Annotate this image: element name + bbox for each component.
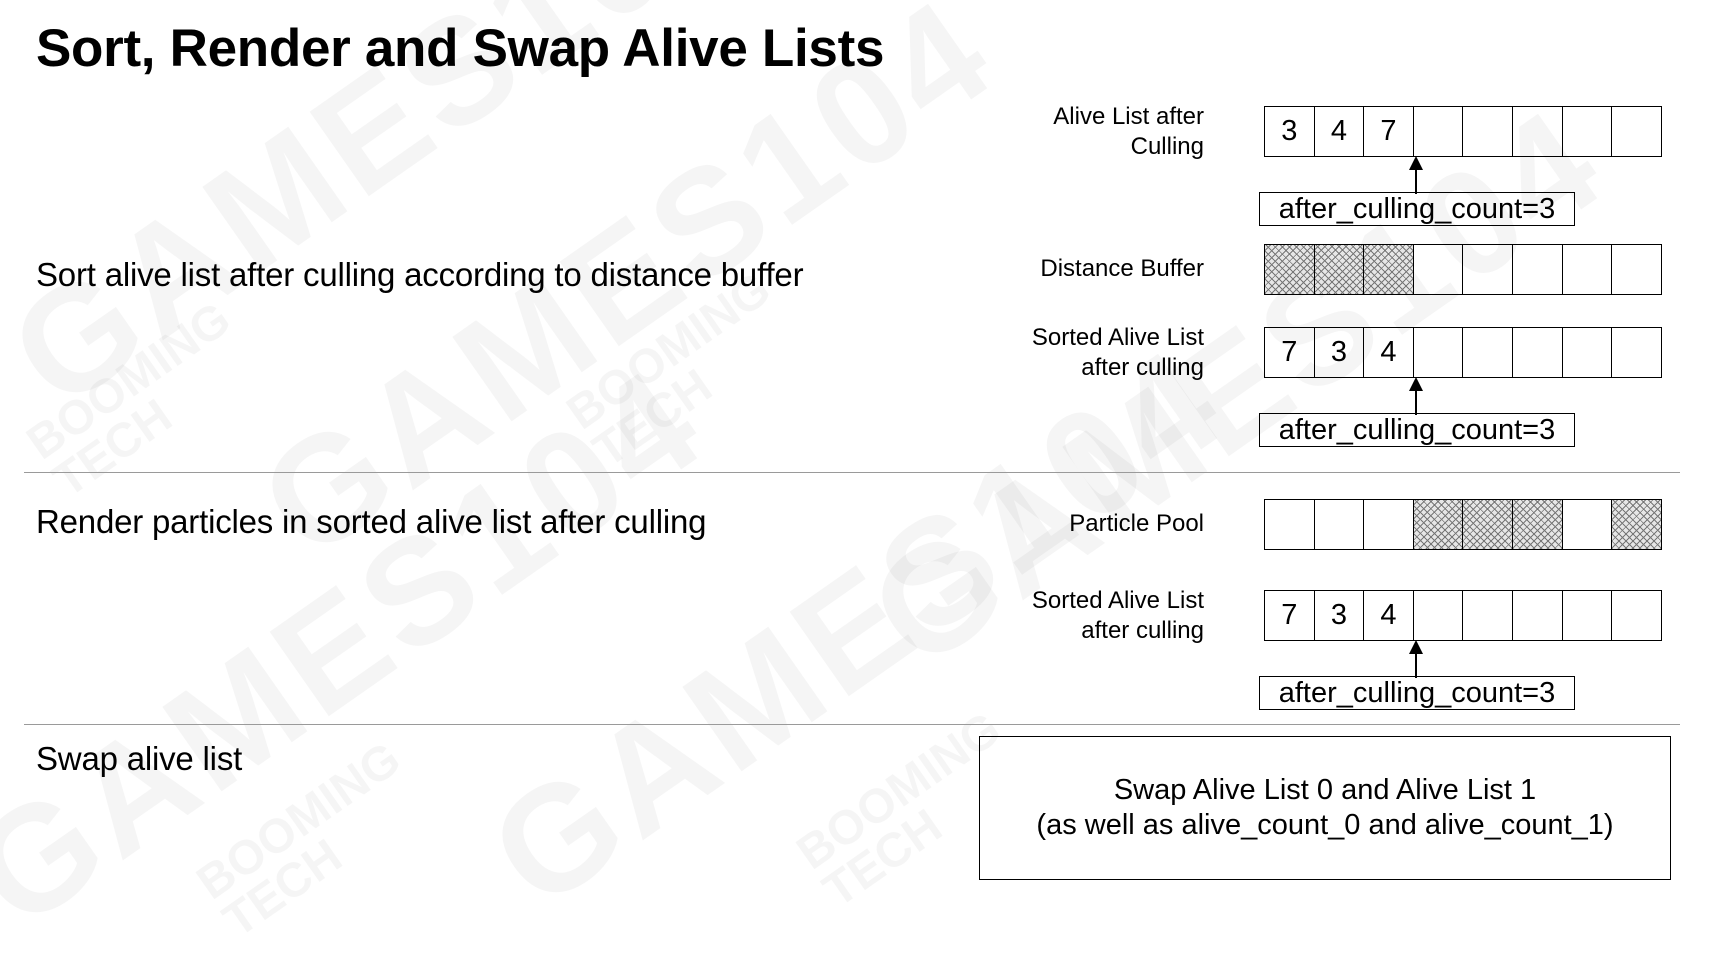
section-sort-text: Sort alive list after culling according … [36, 256, 804, 293]
array-cell-filled [1612, 500, 1662, 550]
pointer-arrow [1409, 640, 1423, 678]
array-cell-filled [1314, 245, 1365, 295]
array-cell [1612, 107, 1662, 157]
array-cell [1612, 328, 1662, 378]
array-cell [1463, 245, 1513, 295]
cell-array-distance-buffer [1264, 244, 1662, 295]
cell-array-sorted-alive-list: 734 [1264, 590, 1662, 641]
watermark-booming-tech: BOOMINGTECH [560, 265, 805, 475]
section-render-text: Render particles in sorted alive list af… [36, 503, 707, 540]
watermark-games104: GAMES104 [0, 333, 734, 961]
array-cell [1562, 591, 1613, 641]
section-swap-text: Swap alive list [36, 740, 243, 777]
array-cell [1413, 591, 1464, 641]
array-cell [1463, 591, 1513, 641]
array-cell-filled [1364, 245, 1414, 295]
array-cell [1314, 500, 1365, 550]
array-cell [1413, 245, 1464, 295]
cell-array-sorted-alive-list: 734 [1264, 327, 1662, 378]
array-cell: 7 [1265, 328, 1315, 378]
array-cell: 3 [1314, 591, 1365, 641]
section-divider [24, 472, 1680, 473]
array-cell [1562, 107, 1613, 157]
array-cell: 4 [1314, 107, 1365, 157]
array-cell: 7 [1265, 591, 1315, 641]
cell-array-alive-list: 347 [1264, 106, 1662, 157]
array-cell: 3 [1265, 107, 1315, 157]
array-cell [1562, 245, 1613, 295]
array-cell: 4 [1364, 328, 1414, 378]
array-cell: 3 [1314, 328, 1365, 378]
array-cell [1463, 328, 1513, 378]
array-cell [1413, 107, 1464, 157]
row-label-alive-list: Alive List after Culling [1053, 103, 1204, 160]
section-divider [24, 724, 1680, 725]
watermark-booming-tech: BOOMINGTECH [20, 295, 265, 505]
page-title: Sort, Render and Swap Alive Lists [36, 19, 885, 78]
array-cell [1562, 328, 1613, 378]
array-cell-filled [1413, 500, 1464, 550]
array-cell [1612, 245, 1662, 295]
row-label-sorted-alive-list: Sorted Alive List after culling [1031, 587, 1204, 644]
array-cell-filled [1512, 500, 1563, 550]
cell-array-particle-pool [1264, 499, 1662, 550]
pointer-arrow [1409, 156, 1423, 194]
array-cell-filled [1265, 245, 1315, 295]
array-cell [1512, 591, 1563, 641]
array-cell [1364, 500, 1414, 550]
swap-box-line2: (as well as alive_count_0 and alive_coun… [1036, 809, 1614, 841]
array-cell [1512, 107, 1563, 157]
row-label-particle-pool: Particle Pool [1069, 510, 1204, 537]
array-cell [1463, 107, 1513, 157]
after-culling-count-box: after_culling_count=3 [1259, 413, 1575, 447]
row-label-distance-buffer: Distance Buffer [1040, 255, 1204, 282]
array-cell [1512, 328, 1563, 378]
swap-alive-list-box: Swap Alive List 0 and Alive List 1 (as w… [979, 736, 1671, 880]
array-cell [1512, 245, 1563, 295]
after-culling-count-box: after_culling_count=3 [1259, 676, 1575, 710]
pointer-arrow [1409, 377, 1423, 415]
array-cell: 4 [1364, 591, 1414, 641]
array-cell [1562, 500, 1613, 550]
swap-box-line1: Swap Alive List 0 and Alive List 1 [1113, 774, 1537, 806]
array-cell [1612, 591, 1662, 641]
array-cell: 7 [1364, 107, 1414, 157]
array-cell-filled [1463, 500, 1513, 550]
after-culling-count-box: after_culling_count=3 [1259, 192, 1575, 226]
array-cell [1265, 500, 1315, 550]
array-cell [1413, 328, 1464, 378]
row-label-sorted-alive-list: Sorted Alive List after culling [1031, 324, 1204, 381]
